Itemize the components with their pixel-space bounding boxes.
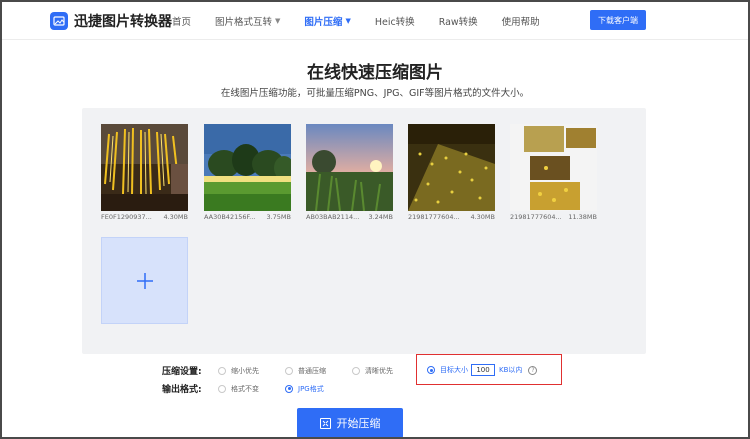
add-image-button[interactable] — [101, 237, 188, 324]
option-clarity-priority[interactable]: 清晰优先 — [352, 366, 393, 376]
image-filesize: 4.30MB — [470, 213, 495, 221]
nav-label: 图片压缩 — [304, 17, 343, 28]
thumbnail-image — [101, 124, 188, 211]
image-filesize: 3.24MB — [368, 213, 393, 221]
image-thumbnail[interactable]: AB03BAB2114... 3.24MB — [306, 124, 393, 221]
page-title: 在线快速压缩图片 — [307, 63, 443, 83]
image-filename: AB03BAB2114... — [306, 213, 360, 221]
image-filename: 21981777604... — [510, 213, 562, 221]
download-client-button[interactable]: 下载客户端 — [590, 10, 646, 30]
image-filesize: 11.38MB — [568, 213, 597, 221]
option-label: 目标大小 — [440, 366, 468, 374]
nav-label: 使用帮助 — [501, 17, 540, 28]
thumbnail-image — [408, 124, 495, 211]
option-label: JPG格式 — [298, 384, 324, 393]
option-keep-format[interactable]: 格式不变 — [218, 384, 259, 394]
thumbnail-image — [510, 124, 597, 211]
target-size-unit: KB以内 — [499, 366, 523, 374]
plus-icon — [136, 272, 153, 289]
nav-help[interactable]: 使用帮助 — [502, 14, 540, 28]
chevron-down-icon: ▼ — [345, 17, 351, 25]
nav-label: Raw转换 — [438, 17, 478, 28]
nav-raw[interactable]: Raw转换 — [439, 14, 478, 28]
target-size-option[interactable]: 目标大小 100 KB以内 ? — [427, 364, 538, 376]
thumbnail-image — [306, 124, 393, 211]
radio-checked-icon — [285, 384, 293, 393]
option-target-size[interactable]: 目标大小 — [427, 365, 468, 375]
option-normal-compress[interactable]: 普通压缩 — [285, 366, 326, 376]
image-filename: FE0F1290937... — [101, 213, 152, 221]
option-label: 普通压缩 — [298, 366, 326, 375]
logo-image-icon — [50, 12, 68, 30]
logo[interactable]: 迅捷图片转换器 — [50, 11, 172, 31]
radio-icon — [218, 384, 226, 393]
compress-settings-label: 压缩设置: — [162, 367, 202, 377]
main-nav: 首页 图片格式互转 ▼ 图片压缩 ▼ Heic转换 Raw转换 使用帮助 — [172, 14, 564, 28]
thumbnail-image — [204, 124, 291, 211]
image-thumbnail[interactable]: FE0F1290937... 4.30MB — [101, 124, 188, 221]
target-size-input[interactable]: 100 — [471, 364, 495, 376]
option-label: 格式不变 — [231, 384, 259, 393]
compress-icon — [319, 417, 331, 429]
logo-text: 迅捷图片转换器 — [74, 14, 172, 30]
image-thumbnail[interactable]: 21981777604... 11.38MB — [510, 124, 597, 221]
nav-home[interactable]: 首页 — [172, 14, 191, 28]
output-format-row: 输出格式: 格式不变 JPG格式 — [162, 382, 350, 395]
image-filesize: 3.75MB — [266, 213, 291, 221]
start-compress-button[interactable]: 开始压缩 — [297, 408, 403, 437]
page-subtitle: 在线图片压缩功能，可批量压缩PNG、JPG、GIF等图片格式的文件大小。 — [220, 88, 530, 99]
radio-icon — [218, 366, 226, 375]
info-icon[interactable]: ? — [528, 365, 538, 375]
top-header: 迅捷图片转换器 首页 图片格式互转 ▼ 图片压缩 ▼ Heic转换 Raw转换 使用… — [2, 2, 748, 40]
option-jpg-format[interactable]: JPG格式 — [285, 384, 324, 394]
option-label: 缩小优先 — [231, 366, 259, 375]
radio-icon — [285, 366, 293, 375]
compress-settings-row: 压缩设置: 缩小优先 普通压缩 清晰优先 — [162, 364, 419, 377]
nav-label: Heic转换 — [374, 17, 415, 28]
nav-label: 图片格式互转 — [215, 17, 273, 28]
nav-heic[interactable]: Heic转换 — [375, 14, 415, 28]
nav-label: 首页 — [172, 17, 192, 28]
nav-format-convert[interactable]: 图片格式互转 ▼ — [215, 14, 280, 28]
option-label: 清晰优先 — [365, 366, 393, 375]
start-compress-label: 开始压缩 — [336, 417, 381, 430]
image-filesize: 4.30MB — [163, 213, 188, 221]
image-thumbnail[interactable]: AA30B42156F... 3.75MB — [204, 124, 291, 221]
radio-icon — [352, 366, 360, 375]
chevron-down-icon: ▼ — [275, 17, 281, 25]
app-window: 迅捷图片转换器 首页 图片格式互转 ▼ 图片压缩 ▼ Heic转换 Raw转换 使用… — [0, 0, 750, 439]
image-thumbnail[interactable]: 21981777604... 4.30MB — [408, 124, 495, 221]
image-filename: 21981777604... — [408, 213, 460, 221]
nav-compress[interactable]: 图片压缩 ▼ — [304, 14, 350, 28]
image-upload-area[interactable]: FE0F1290937... 4.30MB AA30B42156F... 3.75M… — [82, 108, 646, 354]
radio-checked-icon — [427, 366, 435, 374]
option-size-priority[interactable]: 缩小优先 — [218, 366, 259, 376]
output-format-label: 输出格式: — [162, 385, 202, 395]
image-filename: AA30B42156F... — [204, 213, 256, 221]
